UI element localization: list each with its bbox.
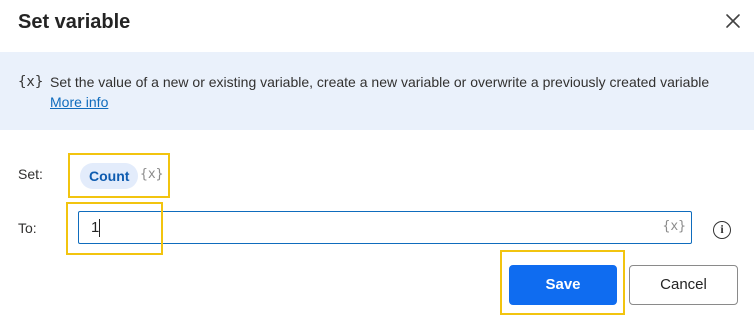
info-description: Set the value of a new or existing varia… xyxy=(50,72,730,112)
cancel-button[interactable]: Cancel xyxy=(629,265,738,305)
info-banner: {x} Set the value of a new or existing v… xyxy=(0,52,754,130)
value-input[interactable]: 1 {x} xyxy=(78,211,692,244)
highlight-box-to xyxy=(66,202,163,255)
more-info-link[interactable]: More info xyxy=(50,94,108,110)
variable-icon: {x} xyxy=(18,74,44,90)
highlight-box-set xyxy=(68,153,170,198)
info-text: Set the value of a new or existing varia… xyxy=(50,74,710,90)
to-label: To: xyxy=(18,220,37,236)
insert-variable-icon[interactable]: {x} xyxy=(663,219,686,234)
dialog-title: Set variable xyxy=(18,11,131,33)
info-icon[interactable]: i xyxy=(713,221,731,239)
highlight-box-save xyxy=(500,250,625,315)
close-icon[interactable] xyxy=(722,10,744,32)
set-label: Set: xyxy=(18,166,43,182)
